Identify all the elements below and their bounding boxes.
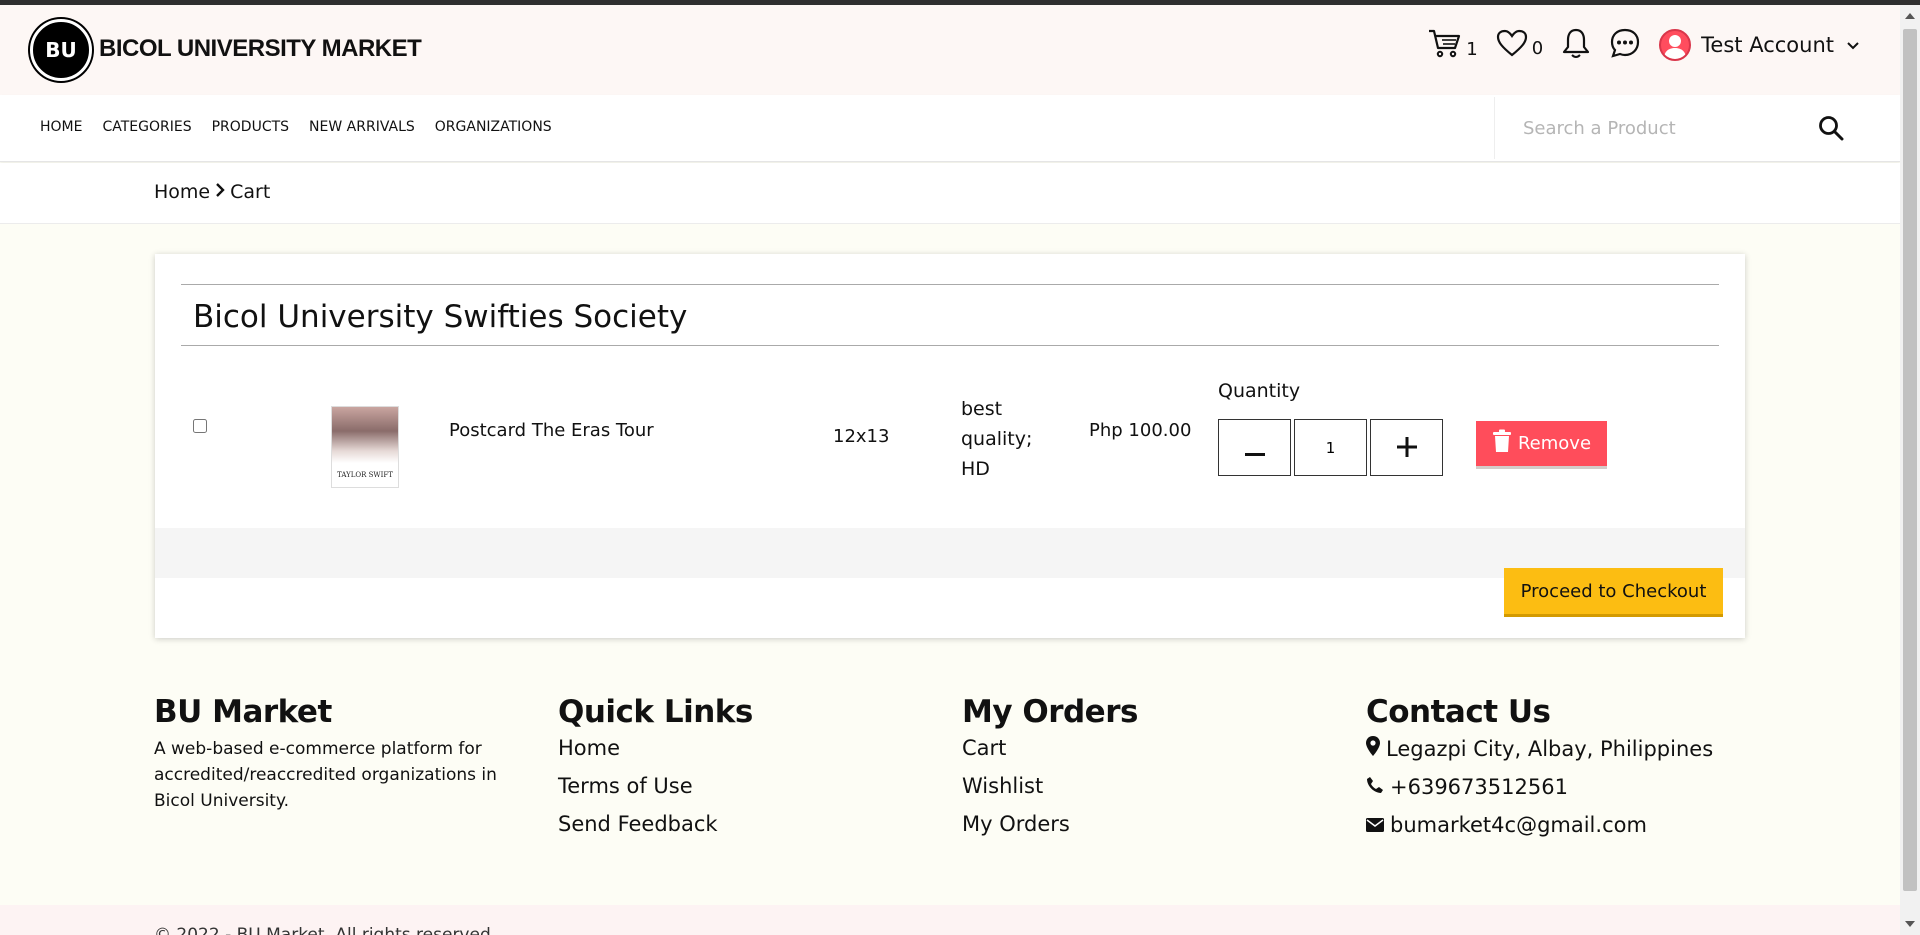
copyright-text: © 2022 - BU Market. All rights reserved. bbox=[154, 925, 497, 935]
envelope-icon bbox=[1366, 813, 1384, 837]
page-scrollbar[interactable] bbox=[1900, 5, 1920, 935]
footer-contact: Contact Us Legazpi City, Albay, Philippi… bbox=[1366, 694, 1713, 851]
remove-label: Remove bbox=[1517, 433, 1592, 454]
chevron-right-icon bbox=[214, 181, 226, 203]
nav-categories[interactable]: CATEGORIES bbox=[102, 119, 191, 135]
footer-orders-title: My Orders bbox=[962, 694, 1138, 730]
wishlist-link[interactable]: 0 bbox=[1496, 29, 1543, 61]
chevron-down-icon bbox=[1846, 36, 1860, 55]
thumbnail-text: TAYLOR SWIFT bbox=[337, 471, 393, 479]
cart-item-row: TAYLOR SWIFT Postcard The Eras Tour 12x1… bbox=[155, 346, 1745, 528]
account-menu[interactable]: Test Account bbox=[1659, 29, 1860, 61]
quantity-label: Quantity bbox=[1218, 380, 1301, 402]
org-title: Bicol University Swifties Society bbox=[193, 299, 688, 335]
footer-link-my-orders[interactable]: My Orders bbox=[962, 812, 1138, 836]
breadcrumb-current: Cart bbox=[230, 181, 271, 203]
decrease-quantity-button[interactable] bbox=[1218, 419, 1291, 476]
footer-quick-title: Quick Links bbox=[558, 694, 753, 730]
cart-icon bbox=[1428, 28, 1462, 62]
remove-item-button[interactable]: Remove bbox=[1476, 421, 1607, 469]
nav-new-arrivals[interactable]: NEW ARRIVALS bbox=[309, 119, 415, 135]
map-pin-icon bbox=[1366, 736, 1380, 761]
footer-phone: +639673512561 bbox=[1366, 775, 1713, 799]
search-input[interactable] bbox=[1495, 117, 1795, 139]
site-logo[interactable]: BU bbox=[30, 19, 92, 81]
footer-address: Legazpi City, Albay, Philippines bbox=[1366, 736, 1713, 761]
footer-link-feedback[interactable]: Send Feedback bbox=[558, 812, 753, 836]
minus-icon bbox=[1244, 432, 1265, 464]
scrollbar-thumb[interactable] bbox=[1903, 29, 1917, 891]
search-box bbox=[1494, 97, 1870, 159]
plus-icon bbox=[1396, 432, 1417, 464]
heart-icon bbox=[1496, 29, 1528, 61]
cart-count: 1 bbox=[1466, 39, 1478, 60]
email-text: bumarket4c@gmail.com bbox=[1390, 813, 1647, 837]
footer-link-cart[interactable]: Cart bbox=[962, 736, 1138, 760]
trash-icon bbox=[1492, 429, 1512, 458]
footer-contact-title: Contact Us bbox=[1366, 694, 1551, 730]
breadcrumb: Home Cart bbox=[154, 181, 270, 203]
search-icon[interactable] bbox=[1818, 115, 1844, 145]
nav-home[interactable]: HOME bbox=[40, 119, 82, 135]
nav-organizations[interactable]: ORGANIZATIONS bbox=[435, 119, 552, 135]
increase-quantity-button[interactable] bbox=[1370, 419, 1443, 476]
chat-icon bbox=[1609, 27, 1641, 63]
proceed-to-checkout-button[interactable]: Proceed to Checkout bbox=[1504, 568, 1723, 617]
scroll-up-arrow-icon[interactable] bbox=[1905, 13, 1915, 19]
quantity-stepper bbox=[1218, 419, 1443, 476]
wishlist-count: 0 bbox=[1531, 38, 1544, 59]
notifications-button[interactable] bbox=[1561, 27, 1591, 63]
brand-name[interactable]: BICOL UNIVERSITY MARKET bbox=[99, 35, 422, 63]
footer-link-terms[interactable]: Terms of Use bbox=[558, 774, 753, 798]
phone-icon bbox=[1366, 775, 1384, 799]
logo-text: BU bbox=[45, 38, 77, 62]
footer-link-wishlist[interactable]: Wishlist bbox=[962, 774, 1138, 798]
main-nav: HOME CATEGORIES PRODUCTS NEW ARRIVALS OR… bbox=[0, 95, 1900, 162]
footer-quick-links: Quick Links Home Terms of Use Send Feedb… bbox=[558, 694, 753, 850]
messages-button[interactable] bbox=[1609, 27, 1641, 63]
footer-email[interactable]: bumarket4c@gmail.com bbox=[1366, 813, 1713, 837]
account-name: Test Account bbox=[1701, 33, 1834, 57]
product-thumbnail[interactable]: TAYLOR SWIFT bbox=[331, 406, 399, 488]
footer-about-title: BU Market bbox=[154, 694, 332, 730]
site-header: BU BICOL UNIVERSITY MARKET 1 0 Test Acco… bbox=[0, 5, 1900, 95]
site-footer: BU Market A web-based e-commerce platfor… bbox=[0, 680, 1900, 905]
bell-icon bbox=[1561, 27, 1591, 63]
cart-card: Bicol University Swifties Society TAYLOR… bbox=[155, 254, 1745, 638]
footer-about: BU Market A web-based e-commerce platfor… bbox=[154, 694, 534, 814]
footer-my-orders: My Orders Cart Wishlist My Orders bbox=[962, 694, 1138, 850]
org-header: Bicol University Swifties Society bbox=[181, 284, 1719, 346]
footer-about-text: A web-based e-commerce platform for accr… bbox=[154, 739, 497, 811]
product-price: Php 100.00 bbox=[1089, 420, 1192, 441]
nav-products[interactable]: PRODUCTS bbox=[212, 119, 289, 135]
address-text: Legazpi City, Albay, Philippines bbox=[1386, 736, 1714, 761]
product-name[interactable]: Postcard The Eras Tour bbox=[449, 420, 654, 441]
user-icon bbox=[1659, 29, 1692, 61]
cart-link[interactable]: 1 bbox=[1428, 28, 1478, 62]
product-description: best quality; HD bbox=[961, 398, 1033, 480]
breadcrumb-home[interactable]: Home bbox=[154, 181, 210, 203]
footer-link-home[interactable]: Home bbox=[558, 736, 753, 760]
item-select-checkbox[interactable] bbox=[193, 419, 207, 433]
phone-text: +639673512561 bbox=[1390, 775, 1568, 799]
scroll-down-arrow-icon[interactable] bbox=[1905, 921, 1915, 927]
quantity-input[interactable] bbox=[1294, 419, 1367, 476]
copyright-bar: © 2022 - BU Market. All rights reserved. bbox=[0, 905, 1900, 935]
nav-links: HOME CATEGORIES PRODUCTS NEW ARRIVALS OR… bbox=[40, 119, 552, 135]
header-actions: 1 0 Test Account bbox=[1428, 27, 1860, 63]
product-size: 12x13 bbox=[833, 426, 890, 447]
breadcrumb-bar: Home Cart bbox=[0, 163, 1900, 224]
